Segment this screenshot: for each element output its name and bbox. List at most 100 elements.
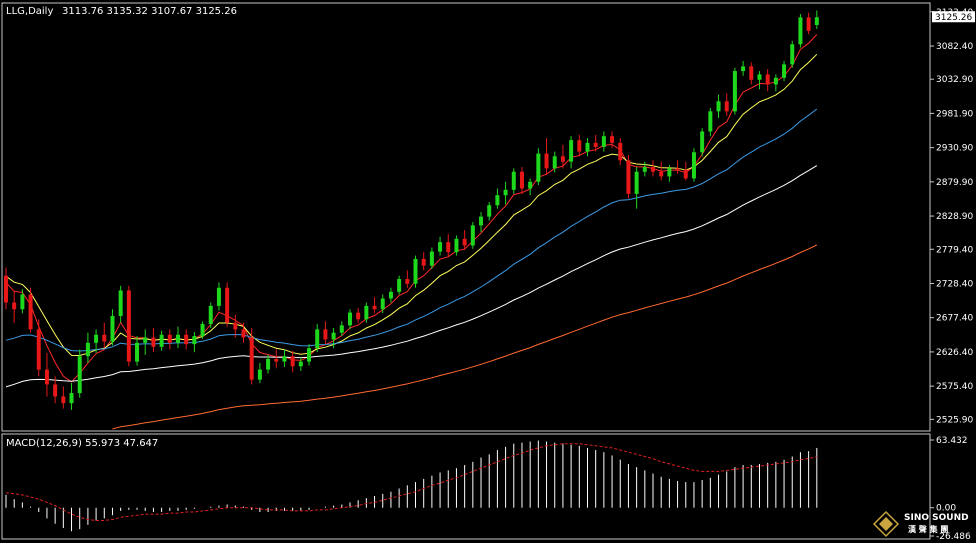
price-tick-label: 2828.90 (936, 212, 973, 222)
macd-tick-label: 63.432 (936, 436, 968, 446)
candle (716, 94, 721, 119)
price-tick-label: 2677.40 (936, 314, 973, 324)
price-tick-label: 2728.40 (936, 279, 973, 289)
candle (732, 67, 737, 115)
candle (4, 267, 8, 310)
candle (479, 211, 484, 233)
candle (536, 148, 541, 186)
price-tick-label: 2525.90 (936, 415, 973, 425)
candle (184, 329, 189, 350)
price-tick-label: 2779.40 (936, 245, 973, 255)
candles (4, 10, 819, 410)
candle (175, 326, 180, 349)
candle (519, 167, 524, 194)
candle (192, 332, 197, 353)
price-tick-label: 2981.90 (936, 109, 973, 119)
candle (626, 154, 631, 199)
candle (790, 40, 795, 68)
moving-averages (5, 34, 818, 430)
candle (315, 324, 320, 353)
logo-core-icon (879, 517, 893, 531)
candle (347, 309, 352, 330)
candle (528, 178, 533, 196)
candle (511, 168, 516, 194)
candle (397, 275, 402, 295)
price-tick-label: 2626.40 (936, 348, 973, 358)
price-axis: 3133.403082.403032.902981.902930.902879.… (930, 8, 973, 425)
current-price-marker: 3125.26 (932, 11, 975, 23)
candle (642, 161, 647, 177)
candle (798, 14, 803, 48)
candle (69, 383, 74, 410)
candle (741, 61, 746, 76)
candle (135, 336, 140, 366)
candle (266, 354, 271, 374)
candle (446, 234, 451, 257)
candle (208, 302, 213, 329)
candle (487, 201, 492, 221)
candle (118, 285, 123, 323)
candle (724, 93, 729, 117)
candle (200, 321, 205, 339)
candle (143, 329, 148, 355)
candle (28, 287, 33, 333)
candle (257, 362, 262, 384)
candle (290, 350, 295, 373)
candle (503, 181, 508, 205)
candle (274, 349, 279, 369)
candle (470, 222, 475, 249)
svg-text:3125.26: 3125.26 (935, 13, 972, 23)
ma-line-5 (112, 244, 818, 430)
candle (307, 344, 312, 366)
candle (651, 160, 656, 177)
ohlc-label: 3113.76 3135.32 3107.67 3125.26 (62, 6, 237, 17)
candle (20, 289, 25, 314)
candle (683, 161, 688, 181)
candle (618, 138, 623, 166)
candle (806, 12, 811, 35)
candle (225, 282, 230, 327)
candle (12, 290, 17, 323)
candle (323, 321, 328, 345)
candle (110, 309, 115, 346)
candle (85, 332, 90, 363)
candle (454, 235, 459, 256)
candle (708, 107, 713, 137)
logo-subtitle: 漢 聲 集 團 (908, 524, 948, 534)
candle (757, 71, 762, 90)
candle (159, 330, 164, 351)
candle (126, 285, 131, 367)
candle (151, 328, 156, 353)
candle (577, 134, 582, 157)
candle (438, 236, 443, 256)
candle (773, 74, 778, 92)
candle (282, 349, 287, 367)
candle (782, 61, 787, 82)
candle (749, 62, 754, 85)
candle (634, 167, 639, 209)
candle (102, 322, 107, 349)
candle (413, 255, 418, 288)
candle (44, 352, 49, 397)
macd-signal-line (5, 443, 817, 521)
price-tick-label: 2575.40 (936, 382, 973, 392)
price-tick-label: 3032.90 (936, 75, 973, 85)
candle (700, 128, 705, 157)
candle (765, 69, 770, 92)
candle (675, 160, 680, 174)
candle (233, 314, 238, 338)
macd-label: MACD(12,26,9) 55.973 47.647 (6, 438, 158, 449)
candle (421, 252, 426, 271)
candle (36, 319, 41, 377)
price-tick-label: 2879.90 (936, 178, 973, 188)
chart-canvas: LLG,Daily 3113.76 3135.32 3107.67 3125.2… (1, 2, 975, 542)
candle (388, 287, 393, 303)
candle (585, 138, 590, 157)
candle (495, 188, 500, 209)
candle (544, 138, 549, 176)
candle (77, 349, 82, 398)
candle (691, 148, 696, 182)
candle (814, 10, 819, 30)
candle (405, 270, 410, 288)
macd-panel-frame (1, 433, 931, 540)
